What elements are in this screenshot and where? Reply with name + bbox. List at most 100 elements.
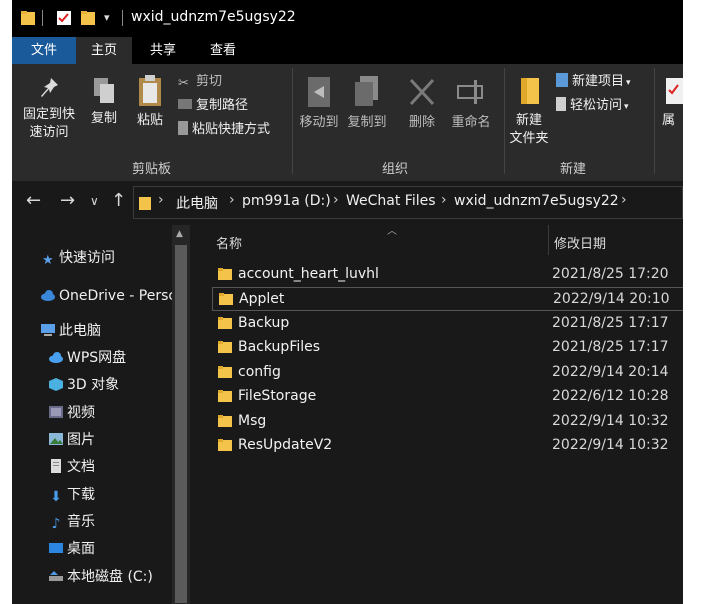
new-folder-icon [521, 78, 539, 104]
paste-shortcut-icon [178, 121, 188, 135]
folder-icon [21, 11, 35, 25]
move-to-icon [308, 77, 330, 107]
copy-to-button[interactable]: 复制到 [344, 74, 390, 132]
scroll-up-icon[interactable]: ▲ [176, 229, 183, 239]
nav-3d-objects[interactable]: 3D 对象 [48, 374, 119, 396]
copy-path-button[interactable]: 复制路径 [178, 96, 248, 116]
nav-label: WPS网盘 [67, 350, 127, 366]
customize-toolbar-icon[interactable]: ▾ [104, 11, 110, 24]
paste-shortcut-button[interactable]: 粘贴快捷方式 [178, 120, 270, 140]
breadcrumb-wxid[interactable]: wxid_udnzm7e5ugsy22 [454, 193, 619, 209]
file-date: 2022/9/14 10:32 [552, 437, 669, 453]
new-folder-icon[interactable] [80, 9, 96, 27]
breadcrumb-separator: › [441, 192, 447, 208]
folder-icon [218, 317, 232, 329]
file-row[interactable]: account_heart_luvhl 2021/8/25 17:20 [212, 263, 683, 287]
tab-file[interactable]: 文件 [12, 37, 76, 64]
breadcrumb-separator: › [333, 192, 339, 208]
nav-pane-scrollbar[interactable]: ▲ [172, 225, 190, 604]
nav-quick-access[interactable]: ★ 快速访问 [42, 247, 115, 269]
nav-this-pc[interactable]: 此电脑 [40, 320, 101, 342]
nav-label: 此电脑 [59, 323, 101, 339]
copy-icon [94, 78, 114, 103]
nav-documents[interactable]: 文档 [48, 456, 95, 478]
move-to-label: 移动到 [299, 115, 339, 130]
new-item-button[interactable]: 新建项目 ▾ [556, 72, 631, 92]
nav-videos[interactable]: 视频 [48, 402, 95, 424]
star-icon: ★ [42, 253, 54, 268]
scissors-icon: ✂ [178, 76, 189, 91]
move-to-button[interactable]: 移动到 [296, 74, 342, 132]
ribbon-tab-bar: 文件 主页 共享 查看 [12, 37, 683, 64]
folder-icon [219, 293, 233, 305]
address-bar[interactable]: › 此电脑 › pm991a (D:) › WeChat Files › wxi… [133, 186, 683, 219]
breadcrumb-separator: › [158, 192, 164, 208]
new-item-label: 新建项目 [572, 74, 625, 89]
nav-desktop[interactable]: 桌面 [48, 538, 95, 560]
column-header-name[interactable]: 名称 [216, 233, 242, 252]
tab-view[interactable]: 查看 [196, 37, 250, 64]
properties-button[interactable]: 属 [662, 74, 683, 130]
copy-path-icon [178, 99, 192, 109]
folder-icon [218, 268, 232, 280]
file-name: config [238, 364, 281, 380]
rename-button[interactable]: 重命名 [446, 74, 496, 132]
file-row[interactable]: config 2022/9/14 20:14 [212, 361, 683, 385]
nav-pictures[interactable]: 图片 [48, 429, 95, 451]
tab-home[interactable]: 主页 [76, 37, 132, 64]
paste-button[interactable]: 粘贴 [130, 74, 170, 130]
breadcrumb-wechat-files[interactable]: WeChat Files [346, 193, 436, 209]
nav-label: 下载 [67, 487, 95, 503]
nav-wps-cloud[interactable]: WPS网盘 [48, 347, 126, 369]
column-header-date[interactable]: 修改日期 [554, 233, 606, 252]
file-date: 2022/9/14 20:14 [552, 364, 669, 380]
properties-icon[interactable] [56, 9, 72, 27]
delete-icon [409, 78, 435, 106]
file-name: FileStorage [238, 388, 317, 404]
folder-icon [218, 415, 232, 427]
easy-access-button[interactable]: 轻松访问 ▾ [556, 96, 629, 116]
navigation-pane: ★ 快速访问 OneDrive - Persc 此电脑 WPS网盘 3D 对象 视… [12, 225, 192, 604]
file-date: 2021/8/25 17:20 [552, 266, 669, 282]
file-row[interactable]: Backup 2021/8/25 17:17 [212, 312, 683, 336]
toolbar-divider [42, 10, 43, 26]
nav-downloads[interactable]: ⬇ 下载 [48, 484, 95, 506]
new-folder-label-line2: 文件夹 [509, 131, 549, 146]
breadcrumb-drive[interactable]: pm991a (D:) [242, 193, 331, 209]
file-row[interactable]: Msg 2022/9/14 10:32 [212, 410, 683, 434]
computer-icon [41, 324, 55, 336]
breadcrumb-separator: › [621, 192, 627, 208]
easy-access-icon [556, 97, 566, 111]
scrollbar-thumb[interactable] [175, 245, 187, 603]
file-name: Msg [238, 413, 267, 429]
easy-access-label: 轻松访问 [570, 98, 623, 113]
copy-button[interactable]: 复制 [86, 76, 122, 128]
cut-button[interactable]: ✂ 剪切 [178, 72, 222, 92]
delete-button[interactable]: 删除 [404, 74, 440, 132]
file-name: Backup [238, 315, 290, 331]
download-icon: ⬇ [50, 489, 62, 505]
pin-label-line2: 速访问 [29, 125, 69, 140]
breadcrumb-this-pc[interactable]: 此电脑 [176, 193, 218, 213]
file-row[interactable]: Applet 2022/9/14 20:10 [212, 287, 683, 311]
clipboard-group-label: 剪贴板 [132, 162, 172, 177]
file-row[interactable]: BackupFiles 2021/8/25 17:17 [212, 336, 683, 360]
folder-icon [218, 366, 232, 378]
file-row[interactable]: FileStorage 2022/6/12 10:28 [212, 385, 683, 409]
pin-to-quick-access-button[interactable]: 固定到快 速访问 [18, 76, 80, 142]
ribbon-divider [504, 68, 505, 174]
recent-locations-button[interactable]: ∨ [90, 194, 99, 208]
forward-button[interactable]: → [60, 190, 75, 211]
nav-onedrive[interactable]: OneDrive - Persc [40, 285, 176, 307]
back-button[interactable]: ← [26, 190, 41, 211]
nav-local-disk-c[interactable]: 本地磁盘 (C:) [48, 566, 153, 588]
column-divider[interactable] [548, 225, 549, 255]
nav-music[interactable]: ♪ 音乐 [48, 511, 95, 533]
nav-label: 快速访问 [59, 250, 115, 266]
new-folder-button[interactable]: 新建 文件夹 [506, 74, 552, 148]
new-group-label: 新建 [560, 162, 587, 177]
file-row[interactable]: ResUpdateV2 2022/9/14 10:32 [212, 434, 683, 458]
up-button[interactable]: ↑ [111, 190, 126, 211]
tab-share[interactable]: 共享 [138, 37, 188, 64]
folder-icon [139, 197, 151, 210]
